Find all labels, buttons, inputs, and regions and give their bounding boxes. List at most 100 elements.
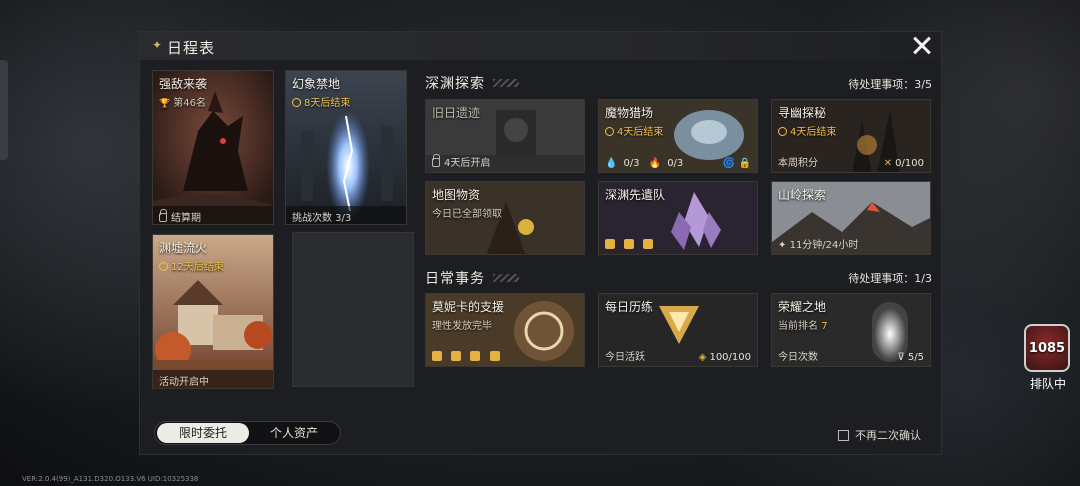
time-value: 4天后结束 (617, 127, 664, 138)
time-remaining: 8天后结束 (292, 94, 350, 109)
section-decoration (493, 274, 519, 282)
abyss-card-vanguard[interactable]: 深渊先遣队 (598, 181, 758, 255)
card-title: 荣耀之地 (778, 300, 827, 314)
trophy-icon: 🏆 (159, 99, 171, 109)
lock-icon (432, 154, 440, 167)
event-card-phantom[interactable]: 幻象禁地 8天后结束 挑战次数 3/3 (285, 70, 407, 225)
clock-icon (605, 127, 614, 136)
sparkle-icon: ✦ (778, 240, 787, 251)
rank-label: 当前排名 (778, 321, 818, 332)
hunt-extra-icons: 🌀 🔒 (723, 158, 751, 169)
card-title: 魔物猎场 (605, 106, 654, 120)
time-value: 12天后结束 (171, 262, 224, 273)
reward-icon (643, 239, 654, 249)
queue-badge[interactable]: 1085 (1024, 324, 1070, 372)
abyss-card-monster-hunt[interactable]: 魔物猎场 4天后结束 💧 0/3 🔥 0/3 🌀 🔒 (598, 99, 758, 173)
card-title: 山岭探索 (778, 188, 827, 202)
reward-icon (624, 239, 635, 249)
count-text: 5/5 (907, 352, 924, 363)
card-title: 寻幽探秘 (778, 106, 827, 120)
diamond-icon: ◈ (698, 352, 707, 363)
rank-value: 7 (821, 321, 828, 332)
close-button[interactable] (909, 33, 935, 59)
arrow-icon: ⊽ (897, 352, 905, 363)
time-value: 8天后结束 (304, 98, 351, 109)
tab-toggle: 限时委托 个人资产 (154, 421, 341, 445)
abyss-card-map-supplies[interactable]: 地图物资 今日已全部领取 (425, 181, 585, 255)
count-value: ⊽ 5/5 (897, 352, 924, 363)
score-text: 0/100 (895, 158, 924, 169)
queue-label: 排队中 (1029, 377, 1066, 391)
limited-events: 强敌来袭 🏆 第46名 结算期 幻象禁地 8天后结束 挑战次数 3/3 渊墟流火… (149, 68, 417, 428)
clock-icon (778, 127, 787, 136)
reward-icon (605, 239, 615, 249)
reward-icon (451, 351, 462, 361)
section-decoration (493, 79, 519, 87)
support-icons (432, 351, 506, 363)
flame-icon: 🔥 (648, 158, 662, 169)
daily-pending: 待处理事项：1/3 (848, 272, 932, 285)
score-label: 本周积分 (778, 158, 818, 169)
activity-text: 100/100 (709, 352, 751, 363)
abyss-card-old-ruins[interactable]: 旧日遗迹 4天后开启 (425, 99, 585, 173)
daily-card-monica-support[interactable]: 莫妮卡的支援 理性发放完毕 (425, 293, 585, 367)
no-reconfirm-option[interactable]: 不再二次确认 (838, 427, 921, 443)
lock-icon (159, 209, 167, 222)
footer-text: 11分钟/24小时 (789, 240, 859, 251)
drop-icon: 💧 (605, 158, 618, 169)
card-title: 渊墟流火 (159, 241, 208, 255)
card-footer: 结算期 (153, 206, 273, 224)
card-footer: 4天后开启 (432, 154, 490, 169)
rank-text: 🏆 第46名 (159, 94, 206, 109)
time-value: 4天后结束 (790, 127, 837, 138)
card-footer: ✦ 11分钟/24小时 (778, 236, 858, 251)
card-footer: 挑战次数 3/3 (286, 206, 406, 224)
reward-icon (470, 351, 481, 361)
time-remaining: 4天后结束 (778, 123, 836, 138)
card-title: 地图物资 (432, 188, 481, 202)
vanguard-rewards (605, 239, 659, 251)
panel-header: ✦ 日程表 (140, 32, 941, 60)
left-edge-tab[interactable] (0, 60, 8, 160)
swirl-icon: 🌀 (722, 158, 736, 169)
support-status: 理性发放完毕 (432, 321, 492, 332)
rank-value: 第46名 (173, 98, 206, 109)
abyss-card-mountain[interactable]: 山岭探索 ✦ 11分钟/24小时 (771, 181, 931, 255)
crossed-swords-icon: ✕ (883, 158, 892, 169)
tab-limited-commission[interactable]: 限时委托 (157, 423, 249, 443)
abyss-pending: 待处理事项：3/5 (848, 78, 932, 91)
empty-event-slot (292, 232, 414, 387)
panel-title: 日程表 (167, 39, 216, 57)
stat-2: 0/3 (667, 158, 684, 169)
clock-icon (159, 262, 168, 271)
event-card-abyss-fire[interactable]: 渊墟流火 12天后结束 活动开启中 (152, 234, 274, 389)
version-info: VER:2.0.4(99)_A131.D320.O133.V6 UID:1032… (22, 475, 199, 483)
daily-section-title: 日常事务 (425, 271, 485, 287)
event-card-strong-enemy[interactable]: 强敌来袭 🏆 第46名 结算期 (152, 70, 274, 225)
daily-card-glory-land[interactable]: 荣耀之地 当前排名 7 今日次数 ⊽ 5/5 (771, 293, 931, 367)
card-title: 莫妮卡的支援 (432, 300, 505, 314)
rank-info: 当前排名 7 (778, 317, 828, 332)
card-title: 深渊先遣队 (605, 188, 666, 202)
card-footer: 活动开启中 (153, 370, 273, 388)
daily-card-training[interactable]: 每日历练 今日活跃 ◈ 100/100 (598, 293, 758, 367)
no-reconfirm-label: 不再二次确认 (855, 429, 921, 442)
time-remaining: 4天后结束 (605, 123, 663, 138)
clock-icon (292, 98, 301, 107)
no-reconfirm-checkbox[interactable] (838, 430, 849, 441)
hunt-stats: 💧 0/3 🔥 0/3 (605, 158, 689, 169)
time-remaining: 12天后结束 (159, 258, 224, 273)
card-title: 旧日遗迹 (432, 106, 481, 120)
star-icon: ✦ (152, 38, 163, 52)
footer-text: 4天后开启 (444, 158, 491, 169)
activity-label: 今日活跃 (605, 352, 645, 363)
tab-personal-assets[interactable]: 个人资产 (248, 423, 340, 443)
abyss-card-exploration[interactable]: 寻幽探秘 4天后结束 本周积分 ✕ 0/100 (771, 99, 931, 173)
abyss-section-title: 深渊探索 (425, 76, 485, 92)
footer-text: 结算期 (171, 213, 201, 224)
queue-number: 1085 (1028, 341, 1066, 356)
count-label: 今日次数 (778, 352, 818, 363)
claim-status: 今日已全部领取 (432, 209, 502, 220)
reward-icon (432, 351, 442, 361)
reward-icon (489, 351, 500, 361)
